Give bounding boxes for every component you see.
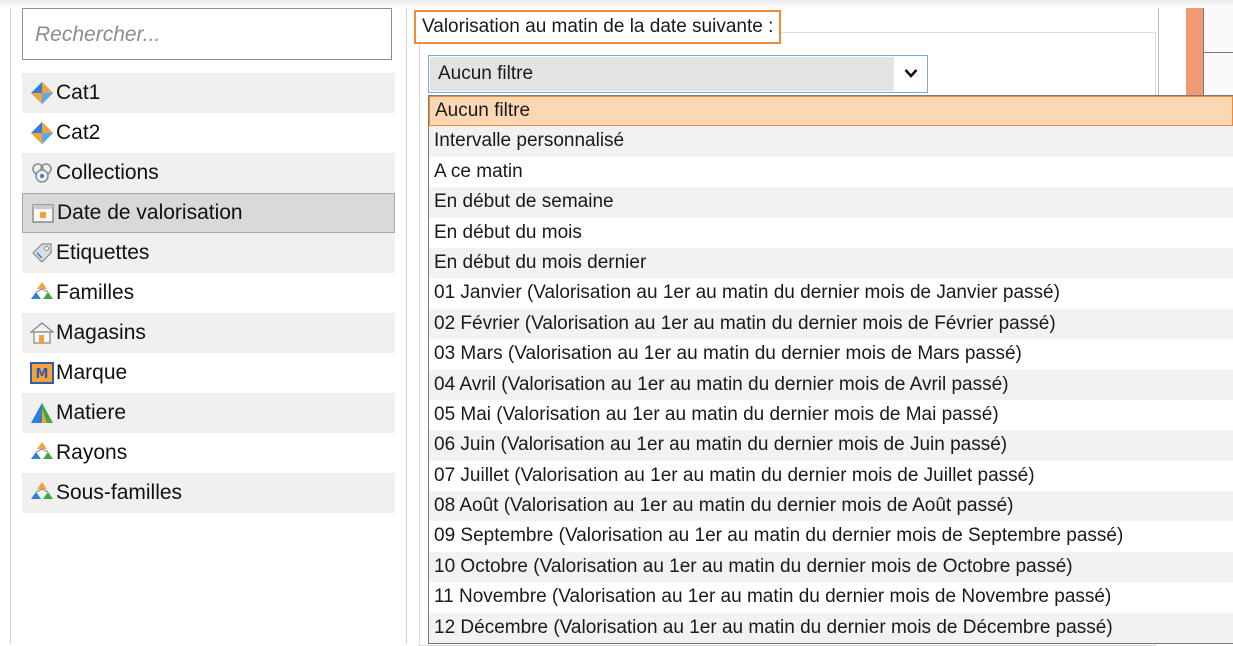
category-item-date-de-valorisation[interactable]: Date de valorisation <box>22 193 395 233</box>
category-item-magasins[interactable]: Magasins <box>22 313 395 353</box>
category-label: Collections <box>56 161 159 184</box>
side-grid-line <box>1204 52 1233 53</box>
store-icon <box>29 321 55 345</box>
filter-group-label: Valorisation au matin de la date suivant… <box>414 10 782 44</box>
svg-text:M: M <box>36 367 49 382</box>
family-icon <box>30 441 54 465</box>
search-input[interactable] <box>33 11 377 59</box>
collections-icon <box>30 161 54 185</box>
filter-combobox-value[interactable]: Aucun filtre <box>430 57 894 91</box>
category-item-sous-familles[interactable]: Sous-familles <box>22 473 395 513</box>
dropdown-option[interactable]: En début du mois dernier <box>429 247 1233 279</box>
dropdown-option[interactable]: Intervalle personnalisé <box>429 126 1233 157</box>
category-item-marque[interactable]: M Marque <box>22 353 395 393</box>
category-label: Rayons <box>56 441 128 464</box>
tag-icon <box>30 241 54 265</box>
category-label: Cat1 <box>56 81 101 104</box>
material-icon <box>30 401 54 425</box>
category-label: Sous-familles <box>56 481 183 504</box>
window-top-edge <box>0 0 1233 8</box>
dropdown-option[interactable]: 06 Juin (Valorisation au 1er au matin du… <box>429 430 1233 461</box>
category-item-cat1[interactable]: Cat1 <box>22 73 395 113</box>
dropdown-option[interactable]: En début du mois <box>429 218 1233 248</box>
dropdown-option[interactable]: Aucun filtre <box>429 96 1233 127</box>
dropdown-option[interactable]: 04 Avril (Valorisation au 1er au matin d… <box>429 369 1233 400</box>
dropdown-option[interactable]: En début de semaine <box>429 187 1233 218</box>
category-item-familles[interactable]: Familles <box>22 273 395 313</box>
dropdown-option[interactable]: 01 Janvier (Valorisation au 1er au matin… <box>429 278 1233 308</box>
diamond-icon <box>30 81 54 105</box>
category-label: Marque <box>56 361 128 384</box>
category-item-rayons[interactable]: Rayons <box>22 433 395 473</box>
category-label: Date de valorisation <box>57 201 243 224</box>
dropdown-option[interactable]: 07 Juillet (Valorisation au 1er au matin… <box>429 461 1233 491</box>
category-label: Familles <box>56 281 135 304</box>
side-grid <box>1203 8 1233 96</box>
category-item-etiquettes[interactable]: Etiquettes <box>22 233 395 273</box>
dropdown-option[interactable]: 05 Mai (Valorisation au 1er au matin du … <box>429 400 1233 430</box>
dropdown-option[interactable]: 03 Mars (Valorisation au 1er au matin du… <box>429 339 1233 369</box>
category-item-collections[interactable]: Collections <box>22 153 395 193</box>
category-label: Etiquettes <box>56 241 150 264</box>
calendar-icon <box>31 201 55 225</box>
dropdown-option[interactable]: 09 Septembre (Valorisation au 1er au mat… <box>429 521 1233 551</box>
family-icon <box>30 281 54 305</box>
category-label: Cat2 <box>56 121 101 144</box>
dropdown-option[interactable]: 11 Novembre (Valorisation au 1er au mati… <box>429 582 1233 612</box>
category-item-matiere[interactable]: Matiere <box>22 393 395 433</box>
dropdown-option[interactable]: 02 Février (Valorisation au 1er au matin… <box>429 308 1233 340</box>
family-icon <box>30 481 54 505</box>
chevron-down-icon <box>904 65 918 83</box>
dropdown-option[interactable]: 12 Décembre (Valorisation au 1er au mati… <box>429 612 1233 644</box>
dropdown-option[interactable]: 10 Octobre (Valorisation au 1er au matin… <box>429 551 1233 583</box>
category-label: Magasins <box>56 321 146 344</box>
category-list: Cat1 Cat2 Collections Date de valorisati… <box>22 73 395 513</box>
filter-dropdown-list[interactable]: Aucun filtre Intervalle personnalisé A c… <box>428 95 1233 644</box>
search-box[interactable] <box>22 8 392 60</box>
category-item-cat2[interactable]: Cat2 <box>22 113 395 153</box>
brand-icon: M <box>30 361 54 385</box>
filter-combobox[interactable]: Aucun filtre <box>428 55 928 93</box>
dropdown-option[interactable]: A ce matin <box>429 157 1233 187</box>
diamond-icon <box>30 121 54 145</box>
dropdown-button[interactable] <box>896 57 926 91</box>
category-label: Matiere <box>56 401 127 424</box>
dropdown-option[interactable]: 08 Août (Valorisation au 1er au matin du… <box>429 491 1233 522</box>
